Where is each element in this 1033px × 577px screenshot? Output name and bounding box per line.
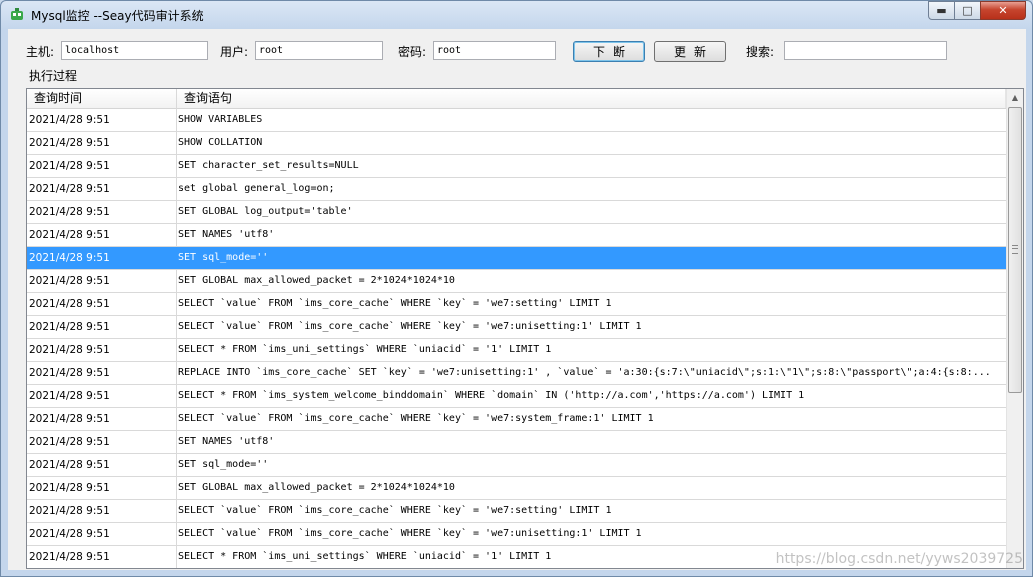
query-time-cell: 2021/4/28 9:51	[29, 482, 110, 494]
host-label: 主机:	[26, 45, 55, 59]
query-time-cell: 2021/4/28 9:51	[29, 367, 110, 379]
query-statement-cell: SHOW VARIABLES	[178, 114, 263, 125]
column-header-query[interactable]: 查询语句	[177, 89, 1006, 108]
table-row[interactable]: 2021/4/28 9:51 SET GLOBAL log_output='tab…	[27, 201, 1006, 224]
app-window: Mysql监控 --Seay代码审计系统 ▬ □ ✕ 主机: localhost…	[0, 0, 1033, 577]
query-time-cell: 2021/4/28 9:51	[29, 137, 110, 149]
query-statement-cell: SELECT `value` FROM `ims_core_cache` WHE…	[178, 298, 612, 309]
app-icon	[11, 8, 23, 20]
query-time-cell: 2021/4/28 9:51	[29, 114, 110, 126]
table-row[interactable]: 2021/4/28 9:51 SHOW COLLATION	[27, 132, 1006, 155]
column-header-time[interactable]: 查询时间	[27, 89, 177, 108]
close-button[interactable]: ✕	[980, 1, 1026, 20]
query-time-cell: 2021/4/28 9:51	[29, 252, 110, 264]
table-row[interactable]: 2021/4/28 9:51 SHOW VARIABLES	[27, 109, 1006, 132]
minimize-button[interactable]: ▬	[928, 1, 955, 20]
vertical-scrollbar[interactable]: ▲	[1006, 89, 1023, 568]
update-button[interactable]: 更新	[654, 41, 726, 62]
table-row[interactable]: 2021/4/28 9:51 SET NAMES 'utf8'	[27, 431, 1006, 454]
query-statement-cell: REPLACE INTO `ims_core_cache` SET `key` …	[178, 367, 991, 378]
query-statement-cell: SHOW COLLATION	[178, 137, 263, 148]
query-statement-cell: SELECT `value` FROM `ims_core_cache` WHE…	[178, 505, 612, 516]
query-statement-cell: SET NAMES 'utf8'	[178, 229, 275, 240]
window-title: Mysql监控 --Seay代码审计系统	[31, 9, 204, 23]
scroll-thumb[interactable]	[1008, 107, 1022, 393]
user-input[interactable]: root	[255, 41, 383, 60]
group-label: 执行过程	[29, 69, 78, 83]
query-time-cell: 2021/4/28 9:51	[29, 551, 110, 563]
table-row[interactable]: 2021/4/28 9:51 SELECT * FROM `ims_uni_set…	[27, 339, 1006, 362]
table-row[interactable]: 2021/4/28 9:51 SELECT `value` FROM `ims_c…	[27, 408, 1006, 431]
table-row[interactable]: 2021/4/28 9:51 SELECT `value` FROM `ims_c…	[27, 523, 1006, 546]
query-statement-cell: SELECT `value` FROM `ims_core_cache` WHE…	[178, 321, 642, 332]
maximize-icon: □	[962, 4, 973, 17]
table-row[interactable]: 2021/4/28 9:51 SELECT `value` FROM `ims_c…	[27, 293, 1006, 316]
query-statement-cell: set global general_log=on;	[178, 183, 335, 194]
query-statement-cell: SELECT * FROM `ims_system_welcome_binddo…	[178, 390, 805, 401]
table-row[interactable]: 2021/4/28 9:51 SET sql_mode=''	[27, 247, 1006, 270]
query-time-cell: 2021/4/28 9:51	[29, 413, 110, 425]
table-row[interactable]: 2021/4/28 9:51 REPLACE INTO `ims_core_cac…	[27, 362, 1006, 385]
client-area: 主机: localhost 用户: root 密码: root 下断 更新 搜索…	[8, 29, 1026, 570]
search-label: 搜索:	[746, 45, 775, 59]
table-row[interactable]: 2021/4/28 9:51 SET GLOBAL max_allowed_pac…	[27, 477, 1006, 500]
password-input[interactable]: root	[433, 41, 556, 60]
scroll-up-arrow-icon[interactable]: ▲	[1007, 89, 1023, 106]
query-statement-cell: SELECT `value` FROM `ims_core_cache` WHE…	[178, 528, 642, 539]
host-input[interactable]: localhost	[61, 41, 208, 60]
password-label: 密码:	[398, 45, 427, 59]
table-row[interactable]: 2021/4/28 9:51 SELECT `value` FROM `ims_c…	[27, 500, 1006, 523]
query-time-cell: 2021/4/28 9:51	[29, 505, 110, 517]
table-row[interactable]: 2021/4/28 9:51 SET sql_mode=''	[27, 454, 1006, 477]
query-time-cell: 2021/4/28 9:51	[29, 206, 110, 218]
table-row[interactable]: 2021/4/28 9:51 SET character_set_results=…	[27, 155, 1006, 178]
query-time-cell: 2021/4/28 9:51	[29, 298, 110, 310]
query-list[interactable]: 查询时间 查询语句 2021/4/28 9:51 SHOW VARIABLES 20…	[26, 88, 1024, 569]
table-row[interactable]: 2021/4/28 9:51 SELECT * FROM `ims_system_…	[27, 385, 1006, 408]
query-statement-cell: SELECT `value` FROM `ims_core_cache` WHE…	[178, 413, 654, 424]
query-time-cell: 2021/4/28 9:51	[29, 459, 110, 471]
query-time-cell: 2021/4/28 9:51	[29, 160, 110, 172]
query-statement-cell: SET GLOBAL max_allowed_packet = 2*1024*1…	[178, 482, 455, 493]
query-time-cell: 2021/4/28 9:51	[29, 275, 110, 287]
search-input[interactable]	[784, 41, 947, 60]
query-time-cell: 2021/4/28 9:51	[29, 528, 110, 540]
grip-icon	[1012, 245, 1018, 254]
query-time-cell: 2021/4/28 9:51	[29, 344, 110, 356]
minimize-icon: ▬	[936, 4, 947, 17]
query-statement-cell: SET GLOBAL log_output='table'	[178, 206, 353, 217]
table-row[interactable]: 2021/4/28 9:51 SET GLOBAL max_allowed_pac…	[27, 270, 1006, 293]
table-row[interactable]: 2021/4/28 9:51 set global general_log=on;	[27, 178, 1006, 201]
query-statement-cell: SET sql_mode=''	[178, 459, 269, 470]
query-time-cell: 2021/4/28 9:51	[29, 436, 110, 448]
query-statement-cell: SET character_set_results=NULL	[178, 160, 359, 171]
query-time-cell: 2021/4/28 9:51	[29, 321, 110, 333]
disconnect-button[interactable]: 下断	[573, 41, 645, 62]
list-rows: 2021/4/28 9:51 SHOW VARIABLES 2021/4/28 9:…	[27, 109, 1006, 568]
query-time-cell: 2021/4/28 9:51	[29, 183, 110, 195]
query-statement-cell: SET NAMES 'utf8'	[178, 436, 275, 447]
query-statement-cell: SELECT * FROM `ims_uni_settings` WHERE `…	[178, 344, 552, 355]
table-row[interactable]: 2021/4/28 9:51 SET NAMES 'utf8'	[27, 224, 1006, 247]
query-statement-cell: SET sql_mode=''	[178, 252, 269, 263]
close-icon: ✕	[998, 4, 1008, 17]
user-label: 用户:	[220, 45, 249, 59]
title-bar[interactable]: Mysql监控 --Seay代码审计系统 ▬ □ ✕	[1, 1, 1032, 29]
query-time-cell: 2021/4/28 9:51	[29, 390, 110, 402]
watermark: https://blog.csdn.net/yyws2039725	[775, 551, 1023, 567]
query-time-cell: 2021/4/28 9:51	[29, 229, 110, 241]
maximize-button[interactable]: □	[954, 1, 981, 20]
query-statement-cell: SET GLOBAL max_allowed_packet = 2*1024*1…	[178, 275, 455, 286]
list-header: 查询时间 查询语句	[27, 89, 1006, 109]
table-row[interactable]: 2021/4/28 9:51 SELECT `value` FROM `ims_c…	[27, 316, 1006, 339]
